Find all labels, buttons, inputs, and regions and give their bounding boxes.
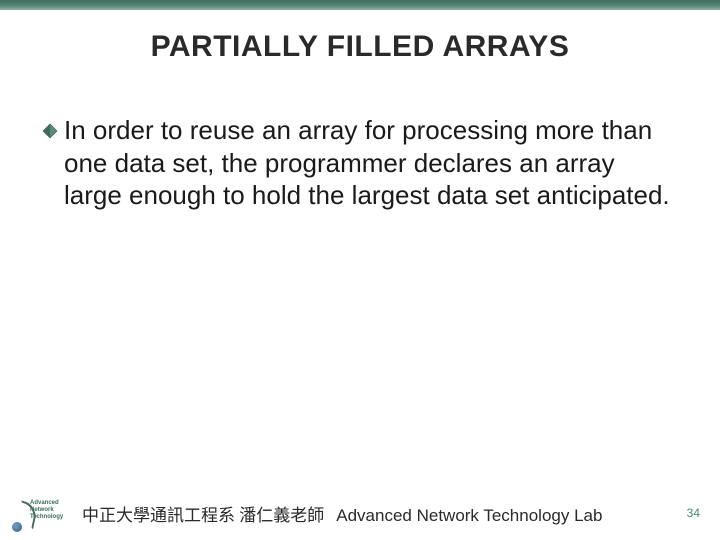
footer-lab: Advanced Network Technology Lab bbox=[336, 506, 602, 525]
logo-line2: Network bbox=[30, 507, 54, 513]
slide-footer: Advanced Network Technology 中正大學通訊工程系 潘仁… bbox=[0, 498, 720, 528]
slide-body: In order to reuse an array for processin… bbox=[0, 64, 720, 212]
logo-line3: Technology bbox=[30, 514, 63, 520]
bullet-text: In order to reuse an array for processin… bbox=[64, 114, 678, 212]
footer-cjk: 中正大學通訊工程系 潘仁義老師 bbox=[82, 506, 324, 525]
page-number: 34 bbox=[687, 506, 700, 520]
bullet-item: In order to reuse an array for processin… bbox=[42, 114, 678, 212]
footer-logo-icon: Advanced Network Technology bbox=[8, 498, 72, 528]
slide-title: PARTIALLY FILLED ARRAYS bbox=[0, 30, 720, 64]
diamond-bullet-icon bbox=[42, 123, 58, 139]
logo-line1: Advanced bbox=[30, 500, 59, 506]
footer-text: 中正大學通訊工程系 潘仁義老師 Advanced Network Technolo… bbox=[82, 501, 602, 526]
header-accent-bar bbox=[0, 0, 720, 10]
